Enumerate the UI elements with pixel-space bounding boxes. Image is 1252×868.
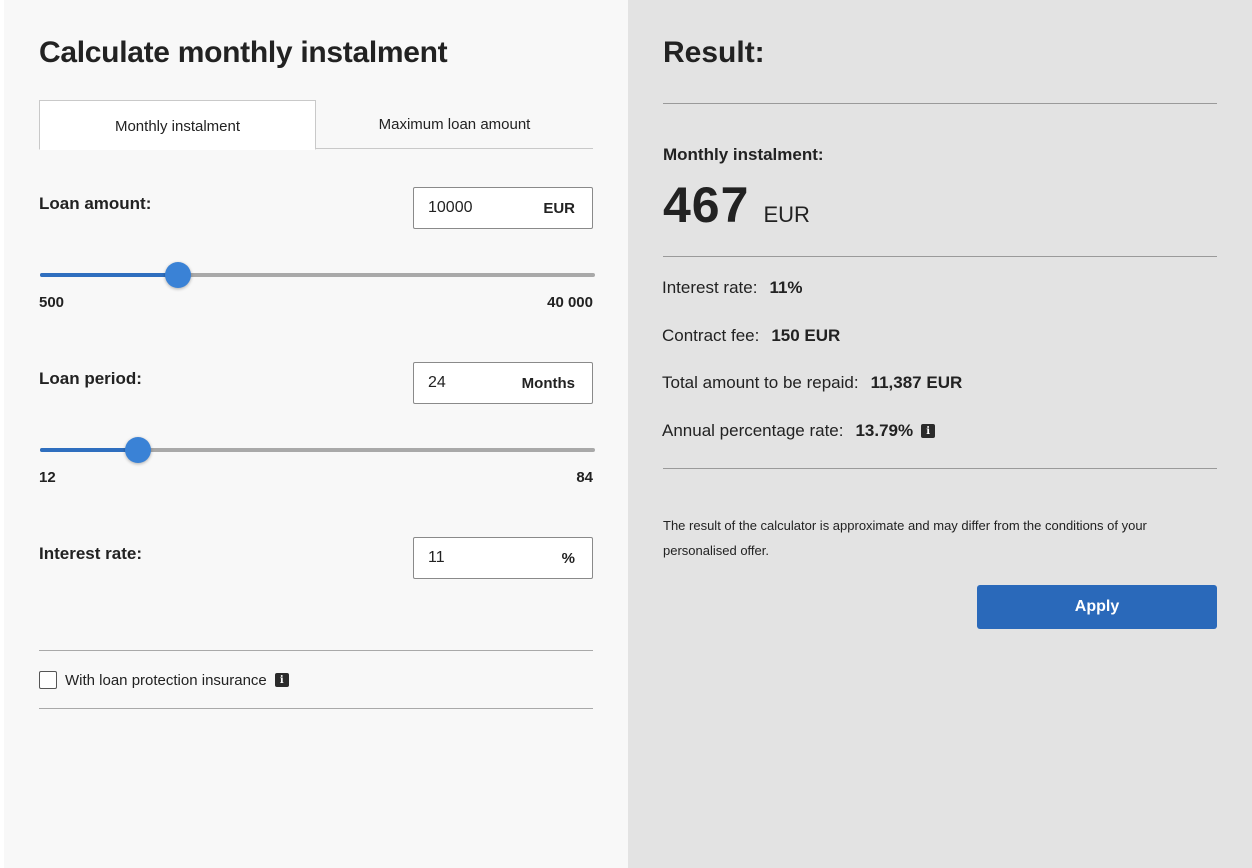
loan-period-min: 12	[39, 469, 56, 486]
detail-value: 13.79%	[855, 421, 914, 440]
loan-period-field: Months	[413, 362, 593, 404]
interest-rate-unit: %	[561, 549, 575, 567]
slider-thumb[interactable]	[164, 262, 191, 288]
calculator-title: Calculate monthly instalment	[39, 36, 448, 69]
loan-calculator-page: Calculate monthly instalment Monthly ins…	[0, 0, 1252, 868]
result-panel: Result: Monthly instalment: 467 EUR Inte…	[628, 0, 1252, 868]
slider-fill	[40, 273, 178, 277]
slider-thumb[interactable]	[124, 437, 151, 463]
loan-amount-label: Loan amount:	[39, 194, 152, 213]
detail-label: Contract fee:	[662, 326, 760, 345]
tab-maximum-loan-amount[interactable]: Maximum loan amount	[316, 100, 593, 148]
detail-value: 150 EUR	[771, 326, 841, 345]
monthly-instalment-label: Monthly instalment:	[663, 145, 824, 164]
detail-label: Interest rate:	[662, 278, 758, 297]
tab-monthly-instalment[interactable]: Monthly instalment	[39, 100, 316, 150]
monthly-instalment-amount: 467 EUR	[663, 176, 810, 234]
divider	[663, 468, 1217, 469]
calculator-panel: Calculate monthly instalment Monthly ins…	[4, 0, 628, 868]
detail-apr: Annual percentage rate: 13.79% i	[662, 421, 936, 441]
info-icon[interactable]: i	[921, 424, 936, 438]
insurance-checkbox[interactable]	[39, 671, 57, 689]
divider	[39, 650, 593, 651]
detail-interest-rate: Interest rate: 11%	[662, 278, 803, 298]
loan-amount-max: 40 000	[547, 294, 593, 311]
interest-rate-field: %	[413, 537, 593, 579]
loan-amount-min: 500	[39, 294, 65, 311]
loan-amount-slider[interactable]	[40, 262, 595, 288]
calculator-tabs: Monthly instalment Maximum loan amount	[39, 100, 593, 150]
detail-total-repaid: Total amount to be repaid: 11,387 EUR	[662, 373, 962, 393]
loan-period-input[interactable]	[428, 374, 518, 392]
loan-period-max: 84	[576, 469, 593, 486]
divider	[663, 103, 1217, 104]
apply-button[interactable]: Apply	[977, 585, 1217, 629]
slider-fill	[40, 448, 138, 452]
interest-rate-label: Interest rate:	[39, 544, 142, 563]
insurance-label: With loan protection insurance	[65, 671, 267, 689]
monthly-instalment-value: 467	[663, 177, 750, 233]
result-title: Result:	[663, 36, 765, 69]
disclaimer-text: The result of the calculator is approxim…	[663, 518, 1147, 558]
interest-rate-input[interactable]	[428, 549, 518, 567]
detail-contract-fee: Contract fee: 150 EUR	[662, 326, 840, 346]
divider	[39, 708, 593, 709]
loan-period-unit: Months	[521, 374, 575, 392]
divider	[663, 256, 1217, 257]
loan-period-label: Loan period:	[39, 369, 142, 388]
loan-amount-input[interactable]	[428, 199, 518, 217]
loan-amount-field: EUR	[413, 187, 593, 229]
info-icon[interactable]: i	[274, 673, 289, 687]
detail-value: 11%	[769, 278, 803, 297]
detail-label: Total amount to be repaid:	[662, 373, 859, 392]
detail-label: Annual percentage rate:	[662, 421, 844, 440]
loan-period-slider[interactable]	[40, 437, 595, 463]
monthly-instalment-unit: EUR	[763, 202, 810, 227]
loan-amount-unit: EUR	[543, 199, 575, 217]
insurance-option: With loan protection insurance i	[39, 669, 289, 691]
detail-value: 11,387 EUR	[870, 373, 963, 392]
